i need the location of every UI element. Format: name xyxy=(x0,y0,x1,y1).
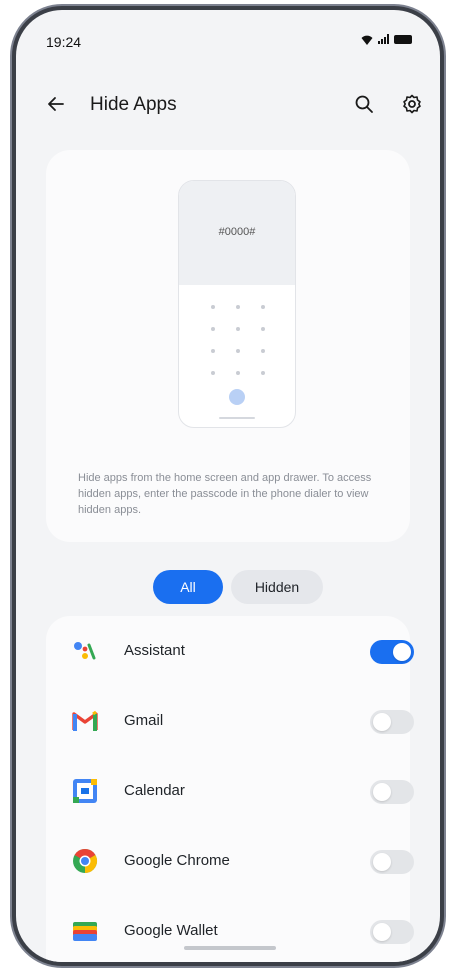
app-list: Assistant Gmail Calendar Google Chrome G… xyxy=(46,616,414,962)
illustration-passcode: #0000# xyxy=(218,226,256,238)
assistant-icon xyxy=(72,638,98,664)
wallet-icon xyxy=(72,918,98,944)
phone-screen: 19:24 Hide Apps #0000# Hide apps from th… xyxy=(16,10,440,962)
list-item-gmail[interactable]: Gmail xyxy=(46,686,414,756)
page-title: Hide Apps xyxy=(90,94,177,115)
calendar-icon xyxy=(72,778,98,804)
status-time: 19:24 xyxy=(46,34,82,50)
gear-icon[interactable] xyxy=(400,92,424,116)
filter-tabs: All Hidden xyxy=(16,570,440,604)
hide-toggle[interactable] xyxy=(370,640,414,664)
phone-illustration: #0000# xyxy=(178,180,296,428)
status-bar: 19:24 xyxy=(16,10,440,54)
signal-icon xyxy=(378,34,389,44)
battery-icon xyxy=(394,34,412,44)
app-name: Calendar xyxy=(124,782,185,799)
app-bar: Hide Apps xyxy=(16,82,440,126)
list-item-google-chrome[interactable]: Google Chrome xyxy=(46,826,414,896)
illustration-home-bar xyxy=(219,417,255,419)
search-icon[interactable] xyxy=(352,92,376,116)
intro-description: Hide apps from the home screen and app d… xyxy=(78,472,372,516)
home-indicator xyxy=(184,946,276,950)
tab-all[interactable]: All xyxy=(153,570,223,604)
illustration-call-button xyxy=(229,389,245,405)
hide-toggle[interactable] xyxy=(370,920,414,944)
arrow-left-icon[interactable] xyxy=(44,92,68,116)
list-item-calendar[interactable]: Calendar xyxy=(46,756,414,826)
illustration-keypad xyxy=(201,305,275,375)
hide-toggle[interactable] xyxy=(370,780,414,804)
wifi-icon xyxy=(361,33,373,45)
status-icons xyxy=(361,32,412,46)
app-name: Google Wallet xyxy=(124,922,218,939)
hide-toggle[interactable] xyxy=(370,850,414,874)
gmail-icon xyxy=(72,708,98,734)
app-name: Google Chrome xyxy=(124,852,230,869)
intro-card: #0000# Hide apps from the home screen an… xyxy=(46,150,410,542)
app-name: Gmail xyxy=(124,712,164,729)
tab-hidden[interactable]: Hidden xyxy=(231,570,323,604)
app-name: Assistant xyxy=(124,642,185,659)
list-item-google-wallet[interactable]: Google Wallet xyxy=(46,896,414,962)
hide-toggle[interactable] xyxy=(370,710,414,734)
list-item-assistant[interactable]: Assistant xyxy=(46,616,414,686)
chrome-icon xyxy=(72,848,98,874)
